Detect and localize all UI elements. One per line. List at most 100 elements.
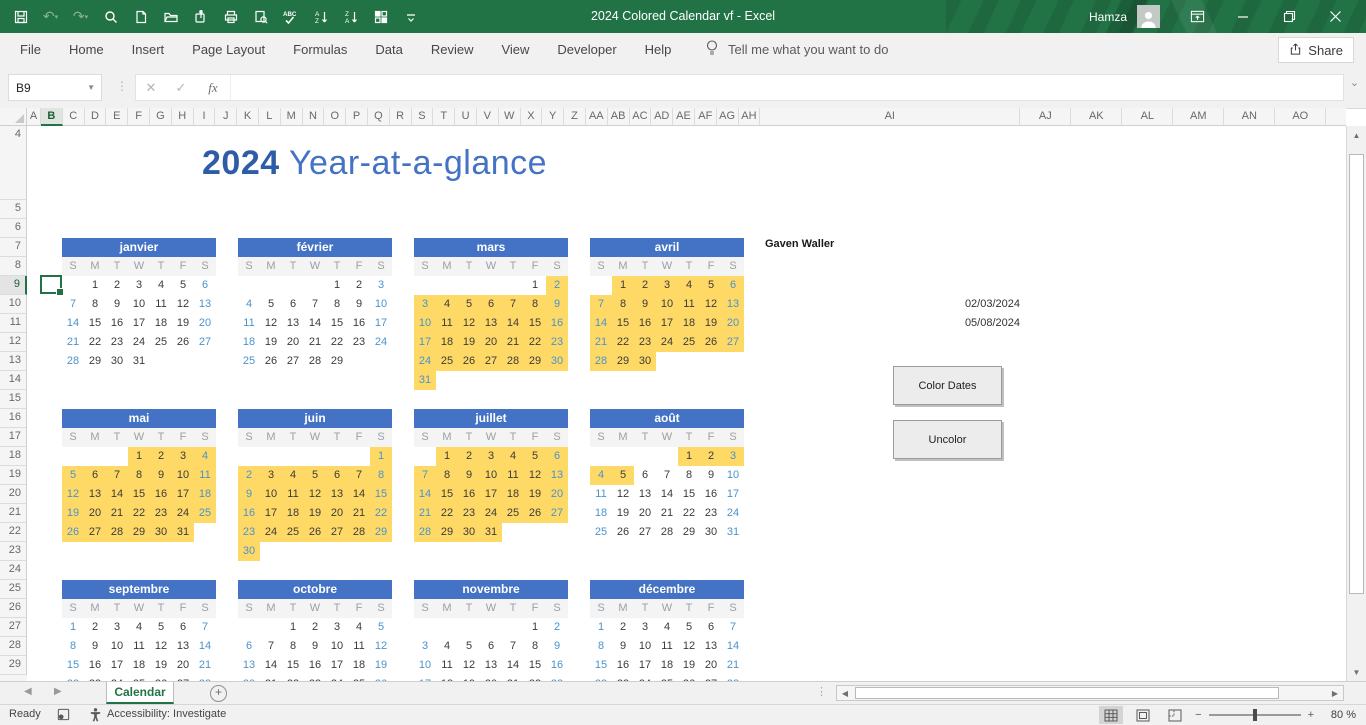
- empty-cell[interactable]: [370, 352, 392, 371]
- empty-cell[interactable]: [282, 447, 304, 466]
- start-date-cell[interactable]: 02/03/2024: [820, 295, 1020, 314]
- date-cell[interactable]: 9: [304, 637, 326, 656]
- date-cell[interactable]: 9: [150, 466, 172, 485]
- date-cell[interactable]: 28: [590, 352, 612, 371]
- empty-cell[interactable]: [656, 447, 678, 466]
- sheet-tab-calendar[interactable]: Calendar: [106, 682, 174, 704]
- empty-cell[interactable]: [634, 447, 656, 466]
- date-cell[interactable]: 13: [194, 295, 216, 314]
- date-cell[interactable]: 3: [128, 276, 150, 295]
- date-cell[interactable]: 9: [546, 637, 568, 656]
- date-cell[interactable]: 15: [370, 485, 392, 504]
- date-cell[interactable]: 4: [656, 618, 678, 637]
- date-cell[interactable]: 3: [480, 447, 502, 466]
- row-header-29[interactable]: 29: [0, 656, 27, 675]
- date-cell[interactable]: 16: [458, 485, 480, 504]
- date-cell[interactable]: 4: [150, 276, 172, 295]
- date-cell[interactable]: 12: [62, 485, 84, 504]
- date-cell[interactable]: 26: [700, 333, 722, 352]
- date-cell[interactable]: 12: [458, 656, 480, 675]
- date-cell[interactable]: 5: [304, 466, 326, 485]
- date-cell[interactable]: 20: [172, 656, 194, 675]
- date-cell[interactable]: 14: [656, 485, 678, 504]
- date-cell[interactable]: 27: [282, 352, 304, 371]
- share-button[interactable]: Share: [1278, 37, 1354, 63]
- date-cell[interactable]: 21: [304, 333, 326, 352]
- row-header-12[interactable]: 12: [0, 333, 27, 352]
- zoom-in-icon[interactable]: +: [1308, 709, 1314, 721]
- date-cell[interactable]: 26: [260, 352, 282, 371]
- sort-az-icon[interactable]: AZ: [312, 8, 329, 25]
- empty-cell[interactable]: [436, 618, 458, 637]
- customize-qat-icon[interactable]: [402, 8, 419, 25]
- date-cell[interactable]: 27: [722, 333, 744, 352]
- empty-cell[interactable]: [326, 447, 348, 466]
- column-header-X[interactable]: X: [521, 108, 543, 126]
- date-cell[interactable]: 6: [326, 466, 348, 485]
- date-cell[interactable]: 20: [194, 314, 216, 333]
- date-cell[interactable]: 12: [150, 637, 172, 656]
- date-cell[interactable]: 14: [502, 314, 524, 333]
- date-cell[interactable]: 17: [326, 656, 348, 675]
- empty-cell[interactable]: [480, 276, 502, 295]
- row-header-10[interactable]: 10: [0, 295, 27, 314]
- date-cell[interactable]: 26: [524, 504, 546, 523]
- account-name[interactable]: Hamza: [1089, 10, 1127, 24]
- vertical-scroll-thumb[interactable]: [1349, 154, 1364, 594]
- date-cell[interactable]: 1: [84, 276, 106, 295]
- date-cell[interactable]: 15: [590, 656, 612, 675]
- tab-home[interactable]: Home: [55, 33, 118, 66]
- date-cell[interactable]: 10: [414, 656, 436, 675]
- date-cell[interactable]: 28: [304, 352, 326, 371]
- date-cell[interactable]: 6: [634, 466, 656, 485]
- date-cell[interactable]: 20: [546, 485, 568, 504]
- date-cell[interactable]: 4: [238, 295, 260, 314]
- date-cell[interactable]: 22: [524, 333, 546, 352]
- date-cell[interactable]: 6: [722, 276, 744, 295]
- date-cell[interactable]: 20: [722, 314, 744, 333]
- column-header-T[interactable]: T: [433, 108, 455, 126]
- date-cell[interactable]: 22: [326, 333, 348, 352]
- date-cell[interactable]: 4: [194, 447, 216, 466]
- date-cell[interactable]: 31: [172, 523, 194, 542]
- date-cell[interactable]: 2: [304, 618, 326, 637]
- restore-icon[interactable]: [1266, 0, 1312, 33]
- date-cell[interactable]: 18: [590, 504, 612, 523]
- date-cell[interactable]: 29: [678, 523, 700, 542]
- date-cell[interactable]: 11: [436, 656, 458, 675]
- print-preview-icon[interactable]: [252, 8, 269, 25]
- date-cell[interactable]: 7: [62, 295, 84, 314]
- date-cell[interactable]: 1: [612, 276, 634, 295]
- date-cell[interactable]: 19: [172, 314, 194, 333]
- empty-cell[interactable]: [304, 542, 326, 561]
- row-header-27[interactable]: 27: [0, 618, 27, 637]
- row-header-11[interactable]: 11: [0, 314, 27, 333]
- empty-cell[interactable]: [260, 618, 282, 637]
- empty-cell[interactable]: [414, 618, 436, 637]
- date-cell[interactable]: 1: [128, 447, 150, 466]
- date-cell[interactable]: 28: [502, 352, 524, 371]
- switch-windows-icon[interactable]: [372, 8, 389, 25]
- date-cell[interactable]: 11: [678, 295, 700, 314]
- date-cell[interactable]: 30: [238, 542, 260, 561]
- date-cell[interactable]: 11: [502, 466, 524, 485]
- date-cell[interactable]: 13: [722, 295, 744, 314]
- column-header-K[interactable]: K: [237, 108, 259, 126]
- date-cell[interactable]: 21: [414, 504, 436, 523]
- date-cell[interactable]: 12: [524, 466, 546, 485]
- date-cell[interactable]: 9: [348, 295, 370, 314]
- date-cell[interactable]: 30: [634, 352, 656, 371]
- tab-scrollbar-divider[interactable]: ⋮: [816, 685, 827, 698]
- date-cell[interactable]: 11: [150, 295, 172, 314]
- date-cell[interactable]: 15: [282, 656, 304, 675]
- row-header-13[interactable]: 13: [0, 352, 27, 371]
- date-cell[interactable]: 21: [194, 656, 216, 675]
- date-cell[interactable]: 27: [480, 352, 502, 371]
- date-cell[interactable]: 20: [634, 504, 656, 523]
- date-cell[interactable]: 8: [62, 637, 84, 656]
- column-header-AO[interactable]: AO: [1275, 108, 1326, 126]
- date-cell[interactable]: 8: [282, 637, 304, 656]
- date-cell[interactable]: 5: [458, 295, 480, 314]
- color-dates-button[interactable]: Color Dates: [893, 366, 1002, 405]
- date-cell[interactable]: 19: [524, 485, 546, 504]
